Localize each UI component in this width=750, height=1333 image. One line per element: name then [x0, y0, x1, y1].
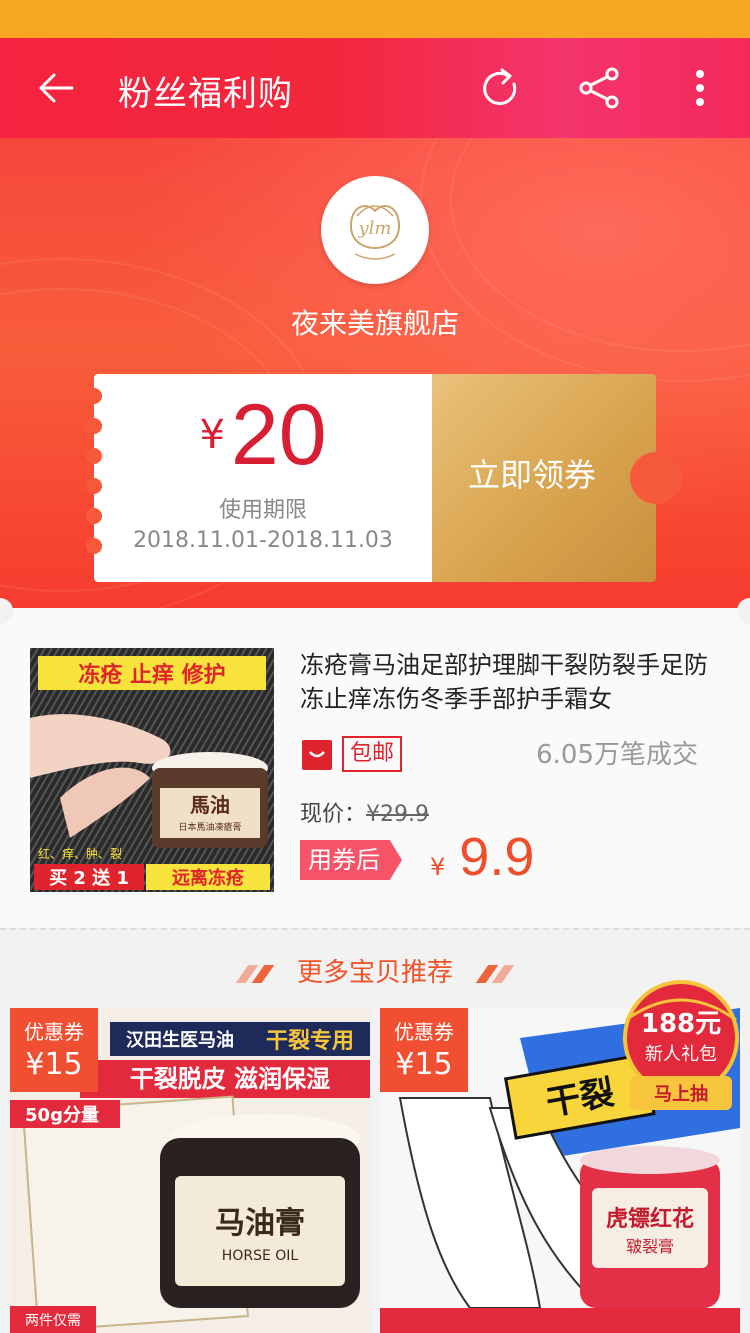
- section-divider: [0, 928, 750, 930]
- free-shipping-badge: 包邮: [342, 736, 403, 772]
- item1-bottom-tag: 两件仅需: [25, 1313, 81, 1329]
- page-title: 粉丝福利购: [118, 74, 293, 114]
- current-price-label: 现价：: [300, 802, 367, 827]
- item-coupon-value: ¥15: [395, 1047, 453, 1082]
- item1-jar-text: 马油膏: [215, 1206, 305, 1241]
- refresh-icon[interactable]: [478, 64, 522, 112]
- after-coupon-price: ¥9.9: [430, 826, 534, 888]
- after-coupon-value: 9.9: [459, 827, 535, 887]
- app-header: [0, 38, 750, 138]
- image-top-banner: 冻疮 止痒 修护: [78, 662, 225, 688]
- store-logo[interactable]: ylm: [321, 176, 429, 284]
- item1-jar-en: HORSE OIL: [222, 1248, 299, 1264]
- validity-label: 使用期限: [218, 498, 307, 523]
- coupon-amount: ¥20: [94, 386, 432, 485]
- after-coupon-currency: ¥: [430, 853, 446, 881]
- product-photo: 冻疮 止痒 修护 馬油 日本馬油凍瘡膏 红、痒、肿、裂 买 2 送 1 远离冻疮: [30, 648, 274, 892]
- store-logo-emblem: ylm: [349, 205, 401, 260]
- claim-coupon-label[interactable]: 立即领券: [432, 450, 632, 496]
- gift-badge-icon: 188元 新人礼包 马上抽: [623, 980, 739, 1110]
- item2-jar-sub: 皲裂膏: [626, 1237, 674, 1256]
- current-price: 现价：¥29.9: [300, 796, 429, 828]
- tmall-icon: [302, 740, 332, 770]
- gift-label: 新人礼包: [645, 1044, 717, 1065]
- item2-jar-text: 虎镖红花: [606, 1206, 694, 1232]
- coupon-cutout: [630, 452, 682, 504]
- coupon-currency: ¥: [199, 412, 225, 458]
- item-coupon-tag: 优惠券 ¥15: [10, 1008, 98, 1092]
- item-coupon-value: ¥15: [25, 1047, 83, 1082]
- current-price-value: ¥29.9: [366, 802, 429, 827]
- store-logo-text: ylm: [358, 218, 392, 239]
- image-promo-left: 买 2 送 1: [49, 867, 129, 889]
- item1-banner-1: 汉田生医马油: [126, 1029, 234, 1051]
- gift-amount: 188元: [641, 1009, 721, 1039]
- item1-banner-3: 干裂脱皮 滋润保湿: [130, 1065, 330, 1093]
- coupon-value: 20: [230, 387, 327, 483]
- image-side-text: 红、痒、肿、裂: [38, 846, 122, 861]
- image-promo-right: 远离冻疮: [172, 867, 244, 889]
- recommend-item[interactable]: 汉田生医马油 干裂专用 干裂脱皮 滋润保湿 50g分量 马油膏 HORSE OI…: [10, 1008, 370, 1333]
- store-name[interactable]: 夜来美旗舰店: [0, 302, 750, 342]
- back-arrow-icon[interactable]: [36, 68, 76, 108]
- sales-count: 6.05万笔成交: [536, 740, 698, 770]
- item-coupon-label: 优惠券: [24, 1020, 84, 1044]
- item-coupon-tag: 优惠券 ¥15: [380, 1008, 468, 1092]
- new-user-gift-button[interactable]: 188元 新人礼包 马上抽: [620, 980, 742, 1116]
- gift-action: 马上抽: [654, 1083, 708, 1105]
- item-coupon-label: 优惠券: [394, 1020, 454, 1044]
- validity-dates: 2018.11.01-2018.11.03: [133, 528, 393, 553]
- share-icon[interactable]: [578, 64, 622, 112]
- recommend-title: 更多宝贝推荐: [296, 958, 453, 988]
- item1-banner-2: 干裂专用: [266, 1028, 354, 1054]
- after-coupon-label: 用券后: [300, 840, 402, 880]
- product-image[interactable]: 冻疮 止痒 修护 馬油 日本馬油凍瘡膏 红、痒、肿、裂 买 2 送 1 远离冻疮: [30, 648, 274, 892]
- image-jar-sub: 日本馬油凍瘡膏: [178, 821, 241, 833]
- item1-size-tag: 50g分量: [25, 1104, 99, 1126]
- status-bar: [0, 0, 750, 38]
- image-jar-label: 馬油: [190, 793, 230, 817]
- product-title[interactable]: 冻疮膏马油足部护理脚干裂防裂手足防冻止痒冻伤冬季手部护手霜女: [300, 648, 710, 716]
- more-menu-icon[interactable]: [678, 64, 722, 112]
